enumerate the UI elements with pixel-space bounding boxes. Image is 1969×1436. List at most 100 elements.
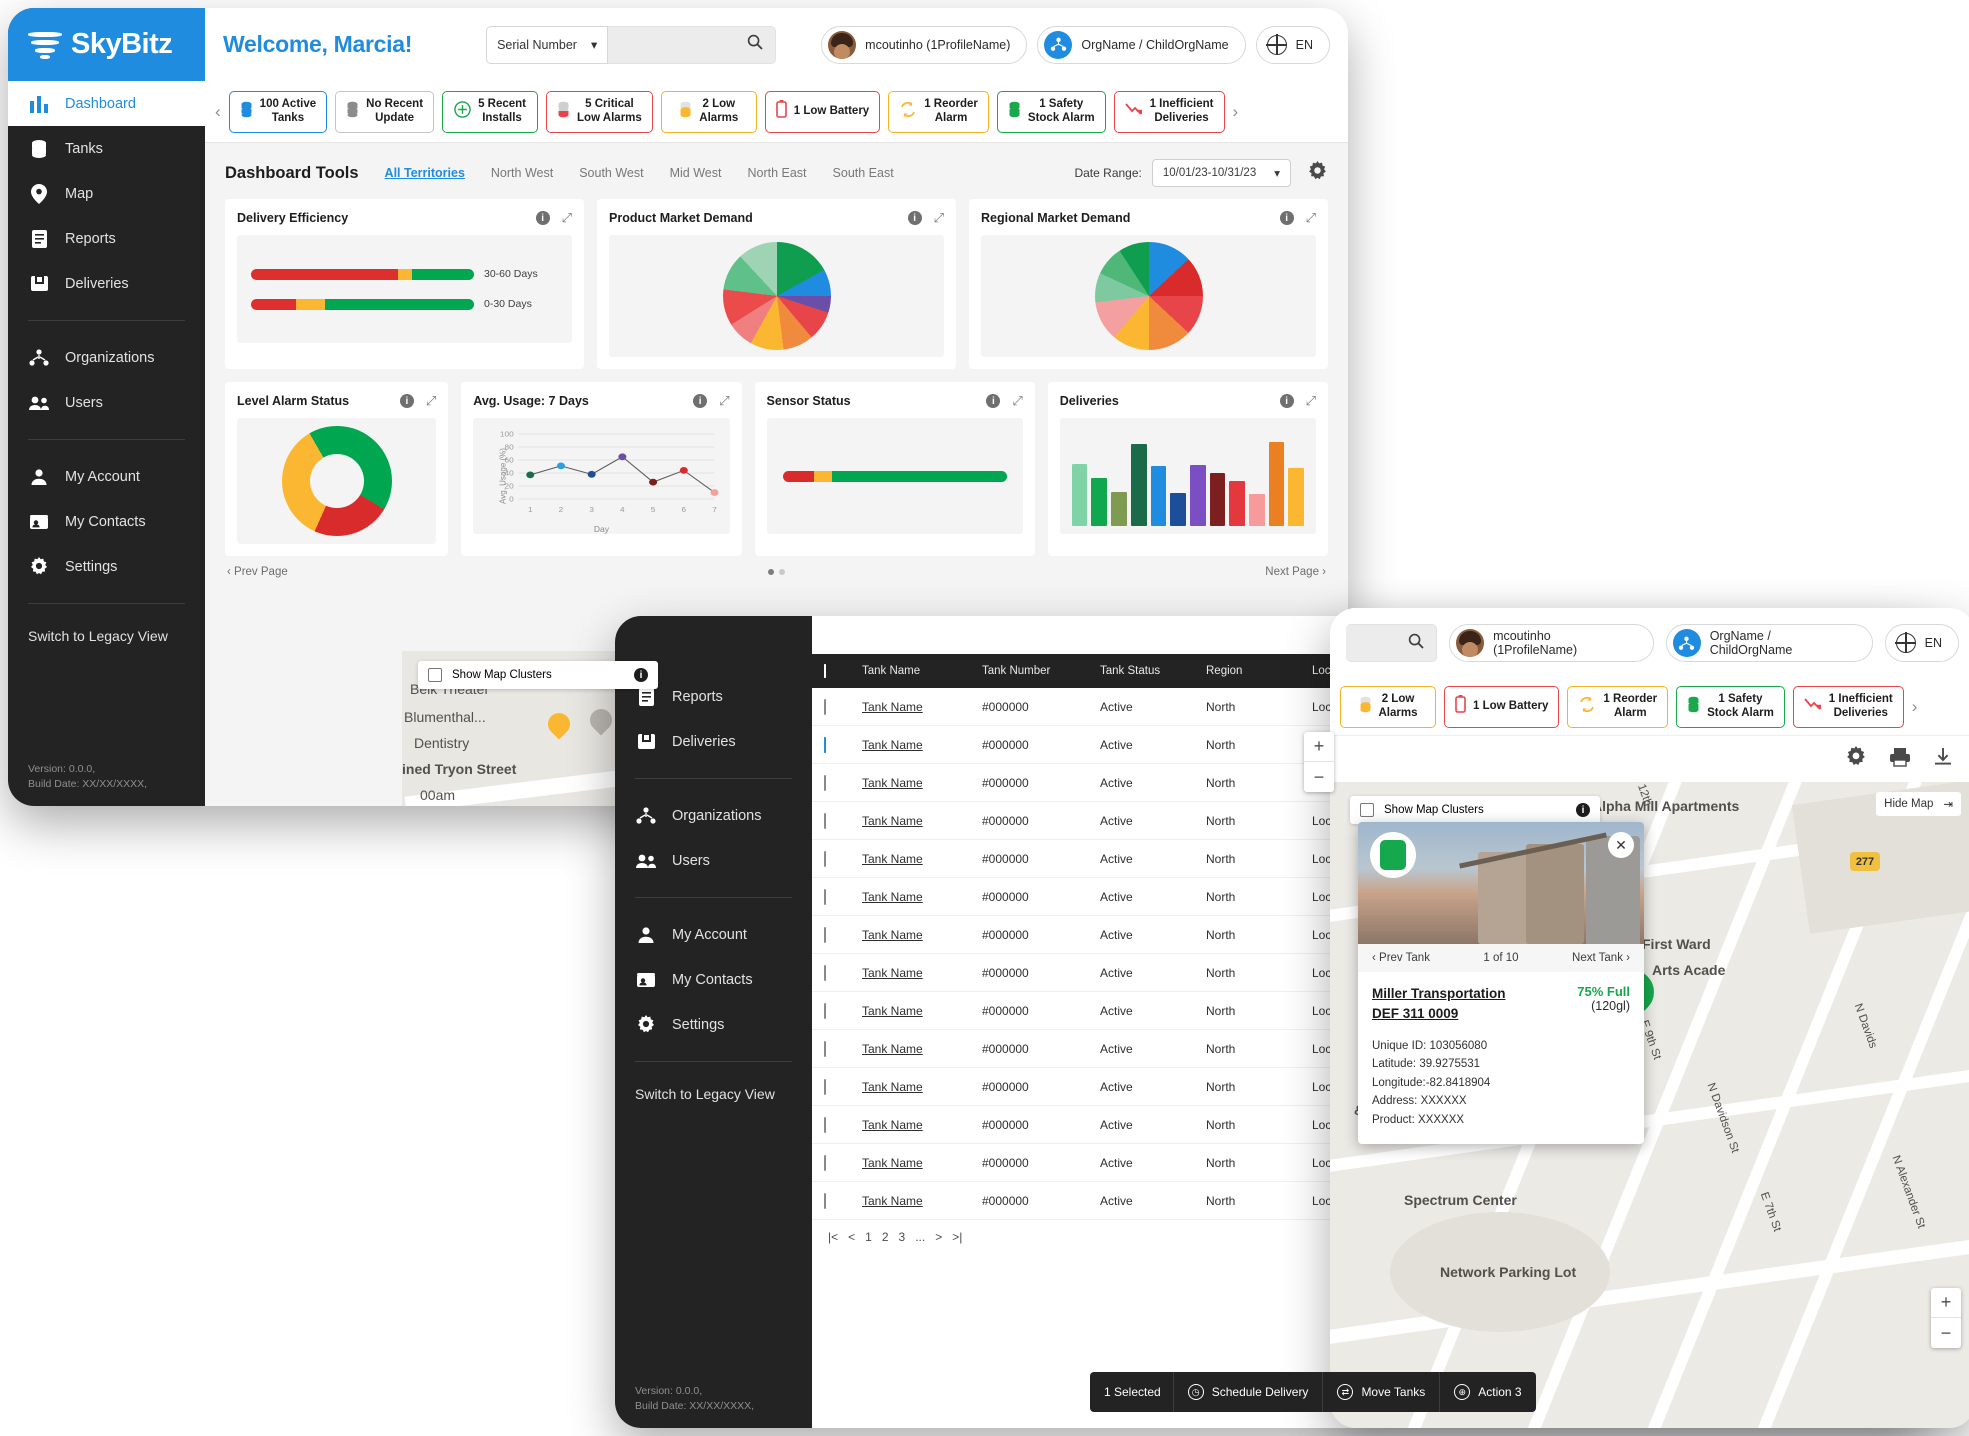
kpi-no-recent-update[interactable]: No Recent Update bbox=[335, 90, 435, 133]
column-header-tank-status[interactable]: Tank Status bbox=[1100, 665, 1206, 677]
cell-tank-name[interactable]: Tank Name bbox=[862, 966, 982, 980]
info-icon[interactable]: i bbox=[907, 211, 922, 225]
sidebar-item-my-account[interactable]: My Account bbox=[8, 454, 205, 499]
cell-tank-name[interactable]: Tank Name bbox=[862, 1004, 982, 1018]
kpi-low-alarms[interactable]: 2 Low Alarms bbox=[660, 90, 757, 133]
cell-tank-name[interactable]: Tank Name bbox=[862, 1118, 982, 1132]
info-icon[interactable]: i bbox=[634, 668, 648, 682]
map-zoom-out-button[interactable]: − bbox=[1931, 1318, 1961, 1348]
schedule-delivery-button[interactable]: ◷ Schedule Delivery bbox=[1172, 1372, 1323, 1412]
info-icon[interactable]: i bbox=[1576, 803, 1590, 817]
row-checkbox[interactable] bbox=[824, 736, 826, 753]
info-icon[interactable]: i bbox=[535, 211, 550, 225]
row-checkbox[interactable] bbox=[824, 1040, 826, 1057]
language-selector-button[interactable]: EN bbox=[1255, 25, 1330, 64]
cell-tank-name[interactable]: Tank Name bbox=[862, 700, 982, 714]
sidebar-item-my-contacts[interactable]: My Contacts bbox=[615, 957, 812, 1002]
tank-title-line1[interactable]: Miller Transportation bbox=[1372, 984, 1544, 1004]
sidebar-item-tanks[interactable]: Tanks bbox=[8, 126, 205, 171]
sidebar-item-organizations[interactable]: Organizations bbox=[8, 335, 205, 380]
expand-icon[interactable]: ⤢ bbox=[934, 210, 944, 226]
sidebar-item-organizations[interactable]: Organizations bbox=[615, 793, 812, 838]
territory-tab-all[interactable]: All Territories bbox=[385, 166, 465, 180]
brand-logo-area[interactable]: SkyBitz bbox=[8, 8, 205, 81]
map-zoom-controls[interactable]: + − bbox=[1931, 1288, 1961, 1348]
cell-tank-name[interactable]: Tank Name bbox=[862, 890, 982, 904]
next-page-button[interactable]: Next Page › bbox=[1265, 566, 1326, 578]
sidebar-item-users[interactable]: Users bbox=[615, 838, 812, 883]
switch-to-legacy-view-button[interactable]: Switch to Legacy View bbox=[8, 618, 205, 654]
territory-tab-north-east[interactable]: North East bbox=[747, 166, 806, 180]
print-icon[interactable] bbox=[1889, 747, 1911, 772]
page-first-button[interactable]: |< bbox=[828, 1230, 838, 1244]
row-checkbox[interactable] bbox=[824, 1116, 826, 1133]
page-1-button[interactable]: 1 bbox=[865, 1230, 872, 1244]
expand-icon[interactable]: ⤢ bbox=[1012, 393, 1022, 409]
sidebar-item-settings[interactable]: Settings bbox=[8, 544, 205, 589]
map-zoom-out-button[interactable]: − bbox=[1304, 762, 1334, 792]
select-all-checkbox[interactable] bbox=[824, 664, 826, 678]
cell-tank-name[interactable]: Tank Name bbox=[862, 738, 982, 752]
sidebar-item-users[interactable]: Users bbox=[8, 380, 205, 425]
download-icon[interactable] bbox=[1933, 747, 1953, 772]
user-profile-button[interactable]: mcoutinho (1ProfileName) bbox=[821, 25, 1028, 64]
row-checkbox[interactable] bbox=[824, 964, 826, 981]
sidebar-item-deliveries[interactable]: Deliveries bbox=[615, 719, 812, 764]
page-2-button[interactable]: 2 bbox=[882, 1230, 889, 1244]
cell-tank-name[interactable]: Tank Name bbox=[862, 1156, 982, 1170]
info-icon[interactable]: i bbox=[1279, 394, 1294, 408]
cell-tank-name[interactable]: Tank Name bbox=[862, 776, 982, 790]
kpi-critical-low-alarms[interactable]: 5 Critical Low Alarms bbox=[546, 90, 653, 133]
row-checkbox[interactable] bbox=[824, 698, 826, 715]
cell-tank-name[interactable]: Tank Name bbox=[862, 814, 982, 828]
page-next-button[interactable]: > bbox=[935, 1230, 942, 1244]
org-selector-button[interactable]: OrgName / ChildOrgName bbox=[1665, 624, 1873, 662]
kpi-reorder-alarm[interactable]: 1 Reorder Alarm bbox=[1567, 685, 1669, 728]
territory-tab-south-west[interactable]: South West bbox=[579, 166, 643, 180]
date-range-select[interactable]: 10/01/23-10/31/23 ▾ bbox=[1151, 159, 1291, 187]
map-zoom-in-button[interactable]: + bbox=[1931, 1288, 1961, 1318]
show-map-clusters-checkbox[interactable] bbox=[1360, 803, 1374, 817]
row-checkbox[interactable] bbox=[824, 774, 826, 791]
close-icon[interactable]: ✕ bbox=[1608, 832, 1634, 858]
row-checkbox[interactable] bbox=[824, 1154, 826, 1171]
kpi-low-battery[interactable]: 1 Low Battery bbox=[1444, 685, 1560, 728]
kpi-inefficient-deliveries[interactable]: 1 Inefficient Deliveries bbox=[1792, 685, 1904, 728]
action-3-button[interactable]: ⊕ Action 3 bbox=[1439, 1372, 1535, 1412]
info-icon[interactable]: i bbox=[986, 394, 1001, 408]
kpi-active-tanks[interactable]: 100 Active Tanks bbox=[228, 90, 328, 133]
column-header-tank-number[interactable]: Tank Number bbox=[982, 665, 1100, 677]
show-map-clusters-control[interactable]: Show Map Clusters i bbox=[1350, 796, 1600, 824]
show-map-clusters-checkbox[interactable] bbox=[428, 668, 442, 682]
language-selector-button[interactable]: EN bbox=[1884, 624, 1959, 662]
kpi-scroll-left-icon[interactable]: ‹ bbox=[215, 102, 221, 122]
user-profile-button[interactable]: mcoutinho (1ProfileName) bbox=[1449, 624, 1654, 662]
expand-icon[interactable]: ⤢ bbox=[562, 210, 572, 226]
kpi-low-battery[interactable]: 1 Low Battery bbox=[764, 90, 881, 133]
column-header-tank-name[interactable]: Tank Name bbox=[862, 665, 982, 677]
switch-to-legacy-view-button[interactable]: Switch to Legacy View bbox=[615, 1076, 812, 1112]
territory-tab-north-west[interactable]: North West bbox=[491, 166, 553, 180]
page-3-button[interactable]: 3 bbox=[899, 1230, 906, 1244]
prev-tank-button[interactable]: ‹ Prev Tank bbox=[1372, 952, 1430, 964]
collapse-right-icon[interactable]: ⇥ bbox=[1943, 797, 1953, 811]
expand-icon[interactable]: ⤢ bbox=[1306, 210, 1316, 226]
dashboard-settings-gear-icon[interactable] bbox=[1307, 161, 1328, 185]
kpi-low-alarms[interactable]: 2 Low Alarms bbox=[1340, 685, 1436, 728]
cell-tank-name[interactable]: Tank Name bbox=[862, 852, 982, 866]
kpi-recent-installs[interactable]: 5 Recent Installs bbox=[442, 90, 539, 133]
page-prev-button[interactable]: < bbox=[848, 1230, 855, 1244]
territory-tab-mid-west[interactable]: Mid West bbox=[670, 166, 722, 180]
sidebar-item-settings[interactable]: Settings bbox=[615, 1002, 812, 1047]
expand-icon[interactable]: ⤢ bbox=[1306, 393, 1316, 409]
kpi-inefficient-deliveries[interactable]: 1 Inefficient Deliveries bbox=[1113, 90, 1225, 133]
page-last-button[interactable]: >| bbox=[952, 1230, 962, 1244]
search-input[interactable] bbox=[1346, 624, 1438, 662]
org-selector-button[interactable]: OrgName / ChildOrgName bbox=[1037, 25, 1246, 64]
territory-tab-south-east[interactable]: South East bbox=[833, 166, 894, 180]
column-header-region[interactable]: Region bbox=[1206, 665, 1312, 677]
sidebar-item-deliveries[interactable]: Deliveries bbox=[8, 261, 205, 306]
prev-page-button[interactable]: ‹ Prev Page bbox=[227, 566, 288, 578]
row-checkbox[interactable] bbox=[824, 1078, 826, 1095]
sidebar-item-dashboard[interactable]: Dashboard bbox=[8, 81, 205, 126]
